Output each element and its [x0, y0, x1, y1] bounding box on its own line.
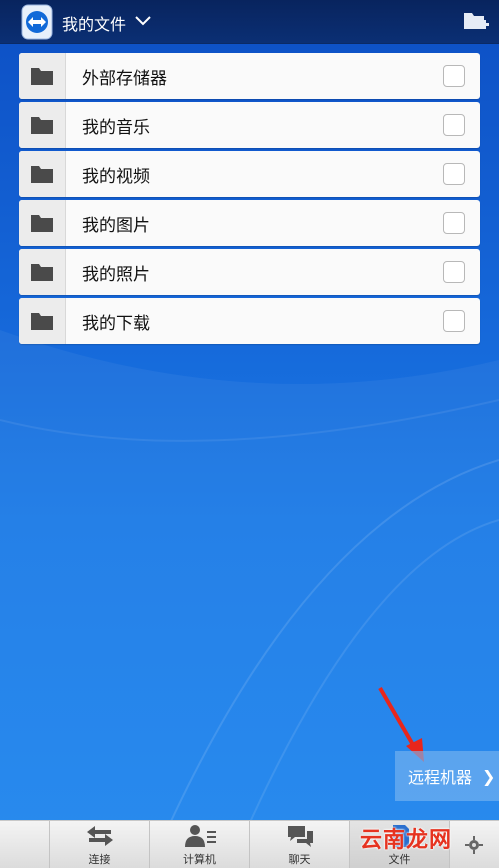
remote-machine-label: 远程机器 — [408, 768, 473, 787]
folder-icon — [31, 68, 53, 85]
tab-label: 连接 — [88, 853, 111, 866]
folder-row-photos[interactable]: 我的照片 — [19, 249, 480, 295]
folder-label: 我的视频 — [82, 166, 150, 187]
top-bar: 我的文件 — [0, 0, 499, 44]
teamviewer-logo-icon[interactable] — [21, 4, 53, 40]
tab-computers[interactable]: 计算机 — [150, 821, 250, 868]
folder-checkbox[interactable] — [443, 261, 465, 283]
folder-label: 我的下载 — [82, 313, 150, 334]
remote-machine-button[interactable]: 远程机器 ❯ — [395, 751, 499, 801]
page-title[interactable]: 我的文件 — [62, 11, 126, 35]
folder-label: 外部存储器 — [82, 68, 167, 89]
folder-checkbox[interactable] — [443, 114, 465, 136]
chat-icon — [287, 826, 313, 847]
tab-bar-left-edge — [0, 821, 50, 868]
gear-icon — [465, 836, 483, 854]
chevron-right-icon: ❯ — [482, 766, 496, 786]
folder-icon — [31, 264, 53, 281]
settings-button[interactable] — [450, 821, 498, 868]
contacts-icon — [184, 825, 216, 847]
folder-label: 我的照片 — [82, 264, 150, 285]
folder-row-downloads[interactable]: 我的下载 — [19, 298, 480, 344]
folder-checkbox[interactable] — [443, 310, 465, 332]
folder-label: 我的音乐 — [82, 117, 150, 138]
add-folder-icon[interactable] — [462, 9, 490, 35]
folder-row-music[interactable]: 我的音乐 — [19, 102, 480, 148]
arrows-icon — [86, 826, 113, 846]
folder-checkbox[interactable] — [443, 163, 465, 185]
tab-label: 计算机 — [183, 853, 216, 866]
folder-icon — [31, 215, 53, 232]
tab-connect[interactable]: 连接 — [50, 821, 150, 868]
folder-checkbox[interactable] — [443, 65, 465, 87]
tab-chat[interactable]: 聊天 — [250, 821, 350, 868]
folder-row-videos[interactable]: 我的视频 — [19, 151, 480, 197]
folder-row-pictures[interactable]: 我的图片 — [19, 200, 480, 246]
folder-row-external-storage[interactable]: 外部存储器 — [19, 53, 480, 99]
folder-checkbox[interactable] — [443, 212, 465, 234]
chevron-down-icon[interactable] — [134, 15, 152, 27]
watermark-text: 云南龙网 — [360, 828, 453, 853]
folder-icon — [31, 117, 53, 134]
folder-icon — [31, 313, 53, 330]
folder-label: 我的图片 — [82, 215, 150, 236]
tab-label: 聊天 — [288, 853, 311, 866]
folder-icon — [31, 166, 53, 183]
folder-list: 外部存储器 我的音乐 我的视频 我的图片 我的照片 我的下载 — [19, 53, 480, 347]
